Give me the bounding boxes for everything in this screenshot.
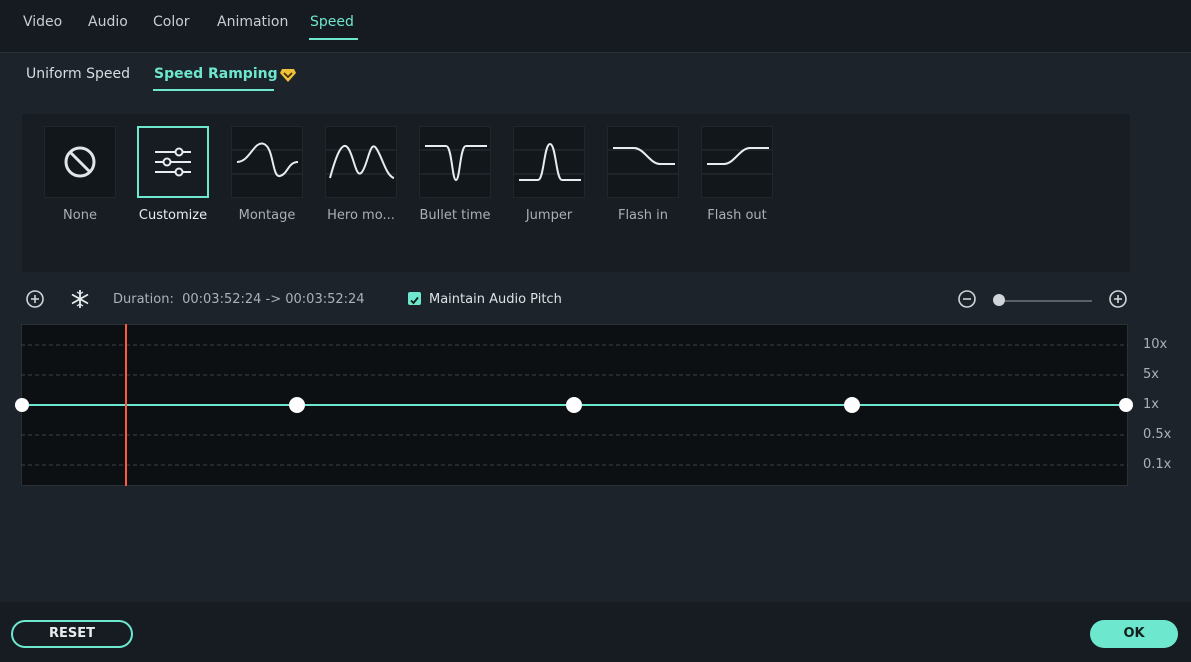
keyframe-point[interactable] xyxy=(566,397,582,413)
active-tab-underline xyxy=(309,38,358,40)
keyframe-point[interactable] xyxy=(15,398,29,412)
add-keyframe-icon[interactable] xyxy=(24,288,46,310)
flash-in-curve-icon xyxy=(608,147,678,175)
tab-speed[interactable]: Speed xyxy=(310,14,354,30)
tab-color[interactable]: Color xyxy=(153,14,190,30)
tab-video[interactable]: Video xyxy=(23,14,62,30)
preset-bullet-time[interactable]: Bullet time xyxy=(419,126,491,226)
subtab-uniform-speed[interactable]: Uniform Speed xyxy=(26,66,130,82)
speed-curve-toolbar: Duration: 00:03:52:24 -> 00:03:52:24 Mai… xyxy=(22,286,1130,316)
y-label-0-1x: 0.1x xyxy=(1143,457,1172,472)
montage-curve-icon xyxy=(232,142,302,177)
preset-jumper[interactable]: Jumper xyxy=(513,126,585,226)
keyframe-point[interactable] xyxy=(289,397,305,413)
subtab-speed-ramping[interactable]: Speed Ramping xyxy=(154,66,278,82)
zoom-out-icon[interactable] xyxy=(956,288,978,310)
freeze-frame-icon[interactable] xyxy=(69,288,91,310)
preset-none-thumb xyxy=(44,126,116,198)
speed-curve-graph[interactable] xyxy=(15,324,1133,486)
zoom-in-icon[interactable] xyxy=(1107,288,1129,310)
preset-montage-thumb xyxy=(231,126,303,198)
preset-label: Bullet time xyxy=(419,208,491,223)
dialog-footer: RESET OK xyxy=(0,602,1191,662)
preset-none[interactable]: None xyxy=(44,126,116,226)
preset-montage[interactable]: Montage xyxy=(231,126,303,226)
zoom-slider-handle[interactable] xyxy=(993,294,1005,306)
active-subtab-underline xyxy=(153,89,274,91)
speed-curve-canvas xyxy=(15,324,1133,486)
preset-label: Hero mo... xyxy=(327,208,395,223)
preset-label: Flash in xyxy=(617,208,669,223)
no-entry-icon xyxy=(64,146,96,178)
y-label-10x: 10x xyxy=(1143,337,1168,352)
preset-label: Flash out xyxy=(707,208,767,223)
tab-audio[interactable]: Audio xyxy=(88,14,128,30)
premium-badge-icon xyxy=(280,69,296,82)
y-label-0-5x: 0.5x xyxy=(1143,427,1172,442)
ok-button[interactable]: OK xyxy=(1090,620,1178,648)
preset-flash-in-thumb xyxy=(607,126,679,198)
jumper-curve-icon xyxy=(514,142,584,181)
keyframe-point[interactable] xyxy=(1119,398,1133,412)
preset-flash-out-thumb xyxy=(701,126,773,198)
y-label-1x: 1x xyxy=(1143,397,1159,412)
maintain-audio-pitch-label: Maintain Audio Pitch xyxy=(429,292,562,307)
preset-label: None xyxy=(63,208,97,223)
preset-label: Montage xyxy=(238,208,296,223)
zoom-slider-track[interactable] xyxy=(999,300,1092,302)
checkmark-icon xyxy=(410,296,419,305)
tab-animation[interactable]: Animation xyxy=(217,14,288,30)
reset-button[interactable]: RESET xyxy=(11,620,133,648)
speed-ramping-presets: None Customize Montage Hero mo... Bullet… xyxy=(22,114,1130,272)
property-tabs-bar: Video Audio Color Animation Speed xyxy=(0,0,1191,53)
bullet-time-curve-icon xyxy=(420,145,490,182)
preset-hero-moment[interactable]: Hero mo... xyxy=(325,126,397,226)
flash-out-curve-icon xyxy=(702,147,772,175)
y-label-5x: 5x xyxy=(1143,367,1159,382)
sliders-icon xyxy=(155,147,191,177)
preset-bullet-thumb xyxy=(419,126,491,198)
preset-label: Customize xyxy=(138,208,208,223)
preset-hero-thumb xyxy=(325,126,397,198)
preset-flash-out[interactable]: Flash out xyxy=(701,126,773,226)
preset-label: Jumper xyxy=(525,208,573,223)
hero-curve-icon xyxy=(326,145,396,179)
duration-text: Duration: 00:03:52:24 -> 00:03:52:24 xyxy=(113,292,365,307)
preset-flash-in[interactable]: Flash in xyxy=(607,126,679,226)
preset-customize[interactable]: Customize xyxy=(137,126,209,226)
preset-jumper-thumb xyxy=(513,126,585,198)
keyframe-point[interactable] xyxy=(844,397,860,413)
preset-customize-thumb xyxy=(137,126,209,198)
maintain-audio-pitch-checkbox[interactable] xyxy=(408,292,421,305)
